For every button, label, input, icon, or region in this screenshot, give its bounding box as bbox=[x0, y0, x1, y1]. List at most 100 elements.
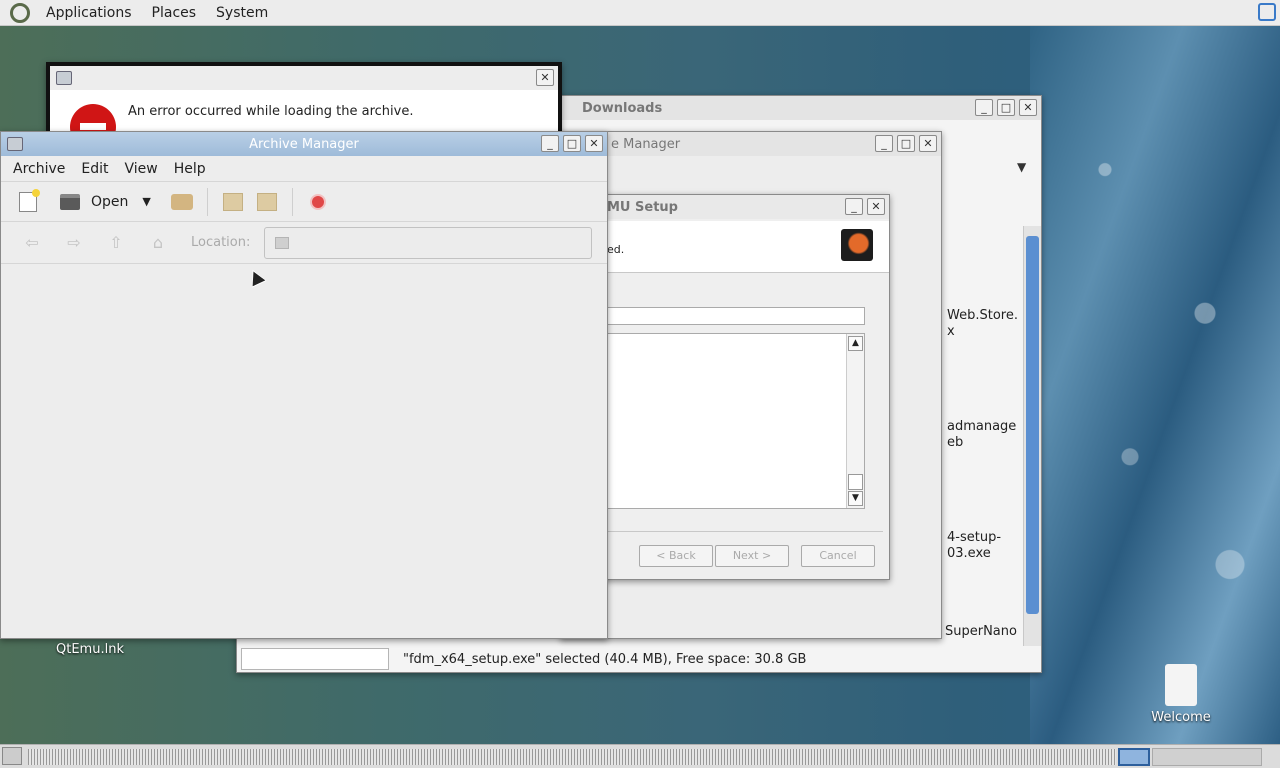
archive-manager-window: Archive Manager _ □ ✕ Archive Edit View … bbox=[0, 131, 608, 639]
desktop-icon-label: Welcome bbox=[1151, 710, 1211, 725]
open-button[interactable] bbox=[53, 186, 87, 218]
network-icon[interactable] bbox=[1258, 3, 1276, 21]
location-field[interactable] bbox=[264, 226, 593, 259]
scroll-down-icon[interactable]: ▼ bbox=[848, 491, 863, 506]
scrollbar-thumb[interactable] bbox=[848, 474, 863, 490]
chevron-down-icon[interactable]: ▼ bbox=[1017, 160, 1026, 174]
window-title: Downloads bbox=[582, 101, 663, 116]
file-label: SuperNano bbox=[945, 624, 1017, 639]
open-label[interactable]: Open bbox=[91, 194, 128, 210]
desktop-icon-qtemu[interactable]: QtEmu.lnk bbox=[52, 638, 128, 657]
stop-button[interactable] bbox=[301, 186, 335, 218]
titlebar[interactable]: MU Setup _ ✕ bbox=[601, 195, 889, 219]
file-label: x bbox=[947, 324, 955, 339]
desktop-icon-welcome[interactable]: Welcome bbox=[1146, 664, 1216, 725]
window-title: Archive Manager bbox=[249, 136, 359, 152]
archive-manager-icon bbox=[7, 137, 23, 151]
menu-edit[interactable]: Edit bbox=[73, 161, 116, 177]
workspace-switcher[interactable] bbox=[1152, 748, 1262, 766]
setup-header: ed. bbox=[601, 221, 889, 273]
scroll-up-icon[interactable]: ▲ bbox=[848, 336, 863, 351]
divider bbox=[291, 187, 293, 216]
extract-icon bbox=[170, 193, 193, 210]
up-arrow-icon[interactable]: ⇧ bbox=[95, 233, 137, 252]
file-item[interactable]: admanage eb bbox=[947, 419, 1016, 451]
new-archive-button[interactable] bbox=[11, 186, 45, 218]
error-dialog: ✕ An error occurred while loading the ar… bbox=[46, 62, 562, 150]
file-item[interactable]: Web.Store. x bbox=[947, 308, 1018, 340]
location-label: Location: bbox=[191, 235, 251, 250]
file-item[interactable]: 4-setup- 03.exe bbox=[947, 530, 1001, 562]
extract-button[interactable] bbox=[165, 186, 199, 218]
file-list-area[interactable] bbox=[1, 266, 607, 638]
archive-manager-icon bbox=[56, 71, 72, 85]
folder-icon bbox=[275, 236, 290, 249]
license-text-area[interactable]: ▲ ▼ bbox=[605, 333, 865, 509]
close-button[interactable]: ✕ bbox=[1019, 99, 1037, 116]
add-files-icon bbox=[222, 192, 243, 211]
maximize-button[interactable]: □ bbox=[563, 135, 581, 152]
stop-icon bbox=[309, 193, 326, 210]
file-label: 03.exe bbox=[947, 546, 991, 561]
scrollbar[interactable] bbox=[1023, 226, 1041, 646]
open-icon bbox=[60, 193, 80, 210]
menu-archive[interactable]: Archive bbox=[5, 161, 73, 177]
location-bar: ⇦ ⇨ ⇧ ⌂ Location: bbox=[1, 222, 607, 264]
bottom-panel bbox=[0, 744, 1280, 768]
error-message: An error occurred while loading the arch… bbox=[128, 104, 414, 119]
divider bbox=[206, 187, 208, 216]
system-menu[interactable]: System bbox=[206, 5, 278, 21]
scrollbar[interactable]: ▲ ▼ bbox=[846, 334, 864, 508]
chevron-down-icon[interactable]: ▼ bbox=[142, 195, 150, 208]
new-archive-icon bbox=[19, 188, 40, 212]
toolbar: Open ▼ bbox=[1, 182, 607, 222]
close-button[interactable]: ✕ bbox=[919, 135, 937, 152]
places-menu[interactable]: Places bbox=[142, 5, 207, 21]
add-folder-icon bbox=[256, 192, 277, 211]
status-text: "fdm_x64_setup.exe" selected (40.4 MB), … bbox=[403, 652, 807, 667]
back-arrow-icon[interactable]: ⇦ bbox=[11, 233, 53, 252]
qtemu-logo-icon bbox=[841, 229, 873, 261]
setup-dialog: MU Setup _ ✕ ed. ▲ ▼ < Back Next > Cance… bbox=[600, 194, 890, 580]
path-field[interactable] bbox=[605, 307, 865, 325]
workspace-switcher-active[interactable] bbox=[1118, 748, 1150, 766]
titlebar[interactable]: ✕ bbox=[50, 66, 558, 90]
next-button[interactable]: Next > bbox=[715, 545, 789, 567]
file-item[interactable]: SuperNano bbox=[945, 624, 1017, 640]
close-button[interactable]: ✕ bbox=[536, 69, 554, 86]
document-icon bbox=[1165, 664, 1197, 706]
close-button[interactable]: ✕ bbox=[585, 135, 603, 152]
applications-menu[interactable]: Applications bbox=[36, 5, 142, 21]
file-label: admanage bbox=[947, 419, 1017, 434]
minimize-button[interactable]: _ bbox=[845, 198, 863, 215]
minimize-button[interactable]: _ bbox=[875, 135, 893, 152]
cancel-button[interactable]: Cancel bbox=[801, 545, 875, 567]
titlebar[interactable]: e Manager _ □ ✕ bbox=[561, 132, 941, 156]
minimize-button[interactable]: _ bbox=[975, 99, 993, 116]
file-label: 4-setup- bbox=[947, 530, 1002, 545]
file-label: Web.Store. bbox=[947, 308, 1018, 323]
back-button[interactable]: < Back bbox=[639, 545, 713, 567]
add-folder-button[interactable] bbox=[250, 186, 284, 218]
add-files-button[interactable] bbox=[216, 186, 250, 218]
titlebar[interactable]: Archive Manager _ □ ✕ bbox=[1, 132, 607, 156]
home-icon[interactable]: ⌂ bbox=[137, 233, 179, 252]
header-text: ed. bbox=[607, 243, 625, 256]
file-label: eb bbox=[947, 435, 964, 450]
maximize-button[interactable]: □ bbox=[897, 135, 915, 152]
menu-view[interactable]: View bbox=[117, 161, 166, 177]
desktop-icon-label: QtEmu.lnk bbox=[56, 642, 124, 657]
gnome-foot-icon[interactable] bbox=[10, 2, 30, 23]
top-panel: Applications Places System bbox=[0, 0, 1280, 26]
menubar: Archive Edit View Help bbox=[1, 156, 607, 182]
task-list[interactable] bbox=[28, 749, 1116, 765]
show-desktop-icon[interactable] bbox=[2, 747, 22, 765]
forward-arrow-icon[interactable]: ⇨ bbox=[53, 233, 95, 252]
wallpaper-art bbox=[1030, 26, 1280, 744]
minimize-button[interactable]: _ bbox=[541, 135, 559, 152]
menu-help[interactable]: Help bbox=[166, 161, 214, 177]
maximize-button[interactable]: □ bbox=[997, 99, 1015, 116]
close-button[interactable]: ✕ bbox=[867, 198, 885, 215]
scrollbar-thumb[interactable] bbox=[1026, 236, 1039, 614]
divider bbox=[605, 531, 883, 532]
